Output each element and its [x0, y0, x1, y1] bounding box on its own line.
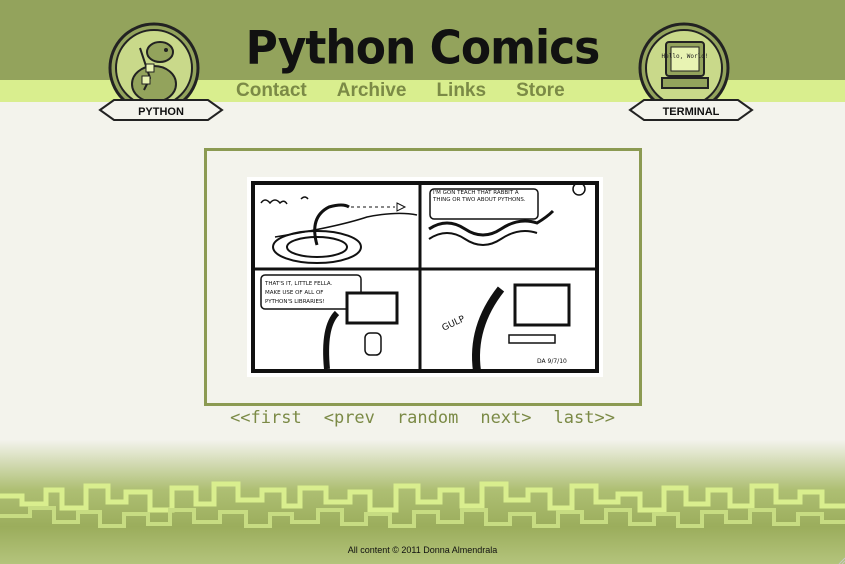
comic-frame: I'M GON TEACH THAT RABBIT A THING OR TWO… [204, 148, 642, 406]
terminal-badge[interactable]: Hello, World! TERMINAL [624, 18, 754, 126]
python-badge[interactable]: PYTHON [96, 18, 226, 126]
python-badge-label: PYTHON [138, 106, 184, 118]
circuit-skyline-decoration [0, 481, 845, 528]
panel-3-speech-line-2: MAKE USE OF ALL OF [265, 290, 323, 296]
nav-links-link[interactable]: Links [436, 78, 486, 104]
panel-2-speech: I'M GON TEACH THAT RABBIT A THING OR TWO… [433, 190, 526, 203]
panel-3-speech-line-3: PYTHON'S LIBRARIES! [265, 299, 325, 305]
main-nav: Contact Archive Links Store [236, 78, 595, 104]
prev-comic-link[interactable]: <prev [324, 406, 375, 430]
copyright-text: All content © 2011 Donna Almendrala [347, 545, 498, 555]
terminal-screen-text: Hello, World! [662, 53, 709, 60]
nav-store-link[interactable]: Store [516, 78, 565, 104]
resize-grip-icon [838, 557, 845, 564]
random-comic-link[interactable]: random [397, 406, 458, 430]
panel-3-speech-line-1: THAT'S IT, LITTLE FELLA. [264, 281, 333, 287]
comic-navigation: <<first <prev random next> last>> [0, 406, 845, 430]
computer-icon: Hello, World! [661, 41, 709, 89]
last-comic-link[interactable]: last>> [554, 406, 615, 430]
terminal-badge-label: TERMINAL [663, 106, 720, 118]
first-comic-link[interactable]: <<first [230, 406, 302, 430]
nav-archive-link[interactable]: Archive [337, 78, 407, 104]
nav-contact-link[interactable]: Contact [236, 78, 307, 104]
next-comic-link[interactable]: next> [480, 406, 531, 430]
comic-signature: DA 9/7/10 [537, 358, 567, 365]
comic-strip-image: I'M GON TEACH THAT RABBIT A THING OR TWO… [247, 177, 603, 377]
